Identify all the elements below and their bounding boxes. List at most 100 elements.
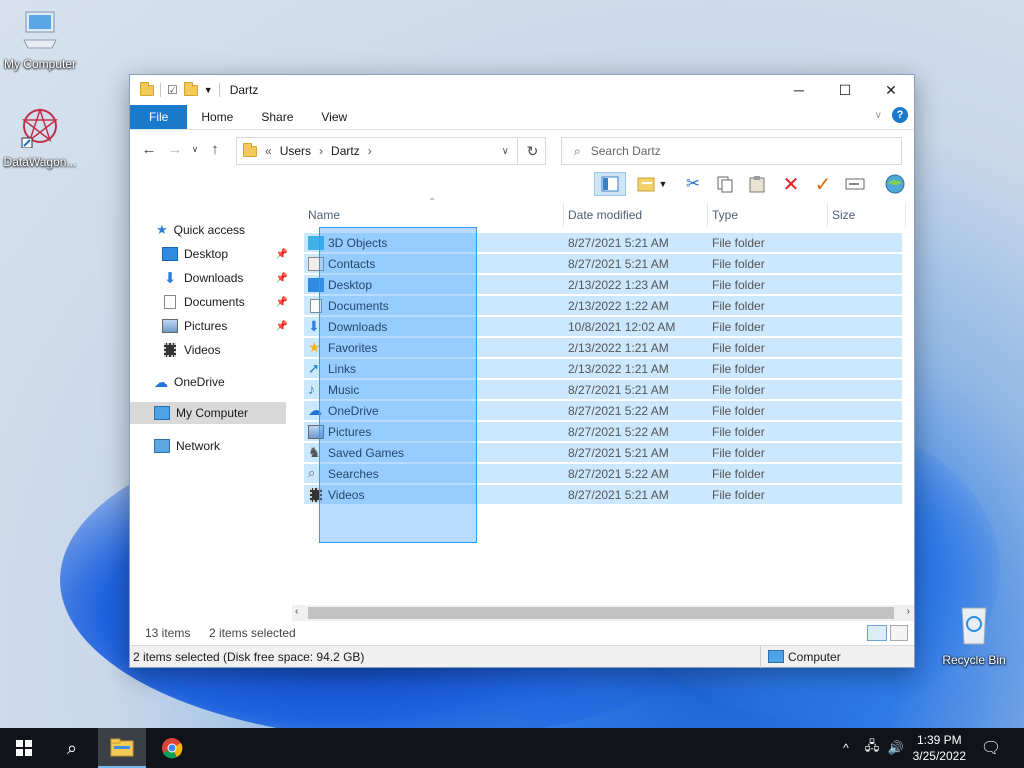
details-bar: 2 items selected (Disk free space: 94.2 … [130, 645, 914, 668]
computer-icon [768, 650, 784, 663]
refresh-icon[interactable]: ↻ [517, 137, 547, 165]
address-row: ← → ∨ ↑ « Users › Dartz › ∨ ↻ ⌕ Search D… [130, 129, 914, 169]
chrome-icon [162, 738, 183, 759]
cut-icon[interactable]: ✂ [680, 172, 706, 196]
column-header-size[interactable]: Size [828, 203, 906, 227]
globe-icon[interactable] [882, 172, 908, 196]
nav-onedrive[interactable]: ☁ OneDrive [154, 371, 310, 393]
pin-icon: 📌 [275, 248, 288, 260]
windows-logo-icon [16, 740, 32, 756]
navigation-pane: ★ Quick access Desktop 📌 ⬇ Downloads 📌 D… [130, 203, 290, 619]
location-label: Computer [788, 649, 841, 664]
nav-network[interactable]: Network [154, 435, 310, 457]
file-explorer-taskbar-button[interactable] [98, 728, 146, 768]
folder-icon [110, 738, 134, 757]
tab-view[interactable]: View [307, 105, 361, 129]
network-icon [154, 439, 170, 453]
address-dropdown-icon[interactable]: ∨ [502, 146, 509, 157]
column-header-date[interactable]: Date modified [564, 203, 708, 227]
folder-icon [243, 142, 257, 157]
start-button[interactable] [0, 728, 48, 768]
show-hidden-icons-icon[interactable]: ^ [834, 728, 858, 768]
film-icon [164, 343, 176, 357]
star-icon: ★ [156, 222, 168, 237]
window-title: Dartz [229, 83, 259, 97]
selection-rectangle [319, 227, 477, 543]
title-bar[interactable]: ☑ ▼ Dartz ─ ☐ ✕ [130, 75, 914, 105]
column-header-type[interactable]: Type [708, 203, 828, 227]
folder-icon [140, 81, 154, 96]
nav-videos[interactable]: Videos [162, 339, 318, 361]
view-dropdown-icon[interactable]: ▼ [656, 172, 670, 196]
selected-count: 2 items selected [209, 626, 296, 640]
desktop-icon-recycle-bin[interactable]: Recycle Bin [934, 602, 1014, 667]
details-view-icon[interactable] [867, 625, 887, 641]
download-arrow-icon: ⬇ [163, 270, 177, 287]
clock[interactable]: 1:39 PM 3/25/2022 [913, 732, 966, 764]
pin-icon: 📌 [275, 296, 288, 308]
minimize-button[interactable]: ─ [776, 75, 822, 105]
document-icon [164, 295, 176, 309]
computer-icon [154, 406, 170, 420]
nav-documents[interactable]: Documents 📌 [162, 291, 318, 313]
help-icon[interactable]: ? [892, 107, 908, 123]
tab-file[interactable]: File [130, 105, 188, 129]
command-toolbar: ▼ ✂ ✕ ✓ [130, 169, 914, 199]
pin-icon: 📌 [275, 320, 288, 332]
nav-desktop[interactable]: Desktop 📌 [162, 243, 318, 265]
new-folder-icon[interactable] [183, 81, 198, 96]
breadcrumb-dartz[interactable]: Dartz [331, 144, 360, 158]
status-bar: 13 items 2 items selected [130, 621, 914, 645]
address-bar[interactable]: « Users › Dartz › ∨ [236, 137, 546, 165]
recycle-bin-icon [934, 602, 1014, 649]
volume-icon[interactable]: 🔊 [884, 728, 908, 768]
expand-ribbon-icon[interactable]: ∨ [875, 110, 882, 121]
datawagon-icon [0, 106, 80, 151]
back-icon[interactable]: ← [136, 141, 162, 158]
properties-icon[interactable]: ☑ [167, 83, 178, 97]
forward-icon[interactable]: → [162, 141, 188, 158]
desktop-icon-my-computer[interactable]: My Computer [0, 10, 80, 71]
customize-qa-icon[interactable]: ▼ [204, 85, 213, 95]
preview-pane-icon[interactable] [594, 172, 626, 196]
large-icons-view-icon[interactable] [890, 625, 908, 641]
copy-icon[interactable] [712, 172, 738, 196]
taskbar: ⌕ ^ 🖧 🔊 1:39 PM 3/25/2022 🗨 [0, 728, 1024, 768]
nav-quick-access[interactable]: ★ Quick access [156, 219, 312, 241]
picture-icon [162, 319, 178, 333]
search-icon[interactable]: ⌕ [48, 728, 96, 768]
selection-info: 2 items selected (Disk free space: 94.2 … [133, 649, 365, 664]
tab-share[interactable]: Share [247, 105, 307, 129]
paste-icon[interactable] [744, 172, 770, 196]
search-input[interactable]: ⌕ Search Dartz [561, 137, 902, 165]
checkmark-icon[interactable]: ✓ [810, 172, 836, 196]
scroll-left-icon[interactable]: ‹ [295, 606, 298, 617]
chrome-taskbar-button[interactable] [148, 728, 196, 768]
quick-access-toolbar: ☑ ▼ [130, 81, 220, 97]
nav-my-computer[interactable]: My Computer [130, 402, 286, 424]
up-icon[interactable]: ↑ [202, 141, 228, 158]
computer-icon [0, 10, 80, 53]
scrollbar-thumb[interactable] [308, 607, 894, 619]
scroll-right-icon[interactable]: › [907, 606, 910, 617]
desktop-icon-datawagon[interactable]: DataWagon... [0, 106, 80, 169]
network-icon[interactable]: 🖧 [858, 728, 886, 768]
column-header-name[interactable]: Name [304, 203, 564, 227]
breadcrumb-users[interactable]: Users [280, 144, 311, 158]
explorer-window[interactable]: ☑ ▼ Dartz ─ ☐ ✕ File Home Share View ∨ ?… [129, 74, 915, 668]
recent-locations-icon[interactable]: ∨ [188, 144, 202, 155]
nav-pictures[interactable]: Pictures 📌 [162, 315, 318, 337]
nav-downloads[interactable]: ⬇ Downloads 📌 [162, 267, 318, 289]
horizontal-scrollbar[interactable]: ‹ › [292, 605, 914, 621]
cloud-icon: ☁ [154, 373, 168, 390]
maximize-button[interactable]: ☐ [822, 75, 868, 105]
pin-icon: 📌 [275, 272, 288, 284]
delete-icon[interactable]: ✕ [778, 172, 804, 196]
notification-icon[interactable]: 🗨 [968, 728, 1014, 768]
rename-icon[interactable] [842, 172, 868, 196]
tab-home[interactable]: Home [187, 105, 247, 129]
desktop-icon [162, 247, 178, 261]
search-icon: ⌕ [574, 143, 581, 158]
close-button[interactable]: ✕ [868, 75, 914, 105]
item-count: 13 items [145, 626, 191, 640]
